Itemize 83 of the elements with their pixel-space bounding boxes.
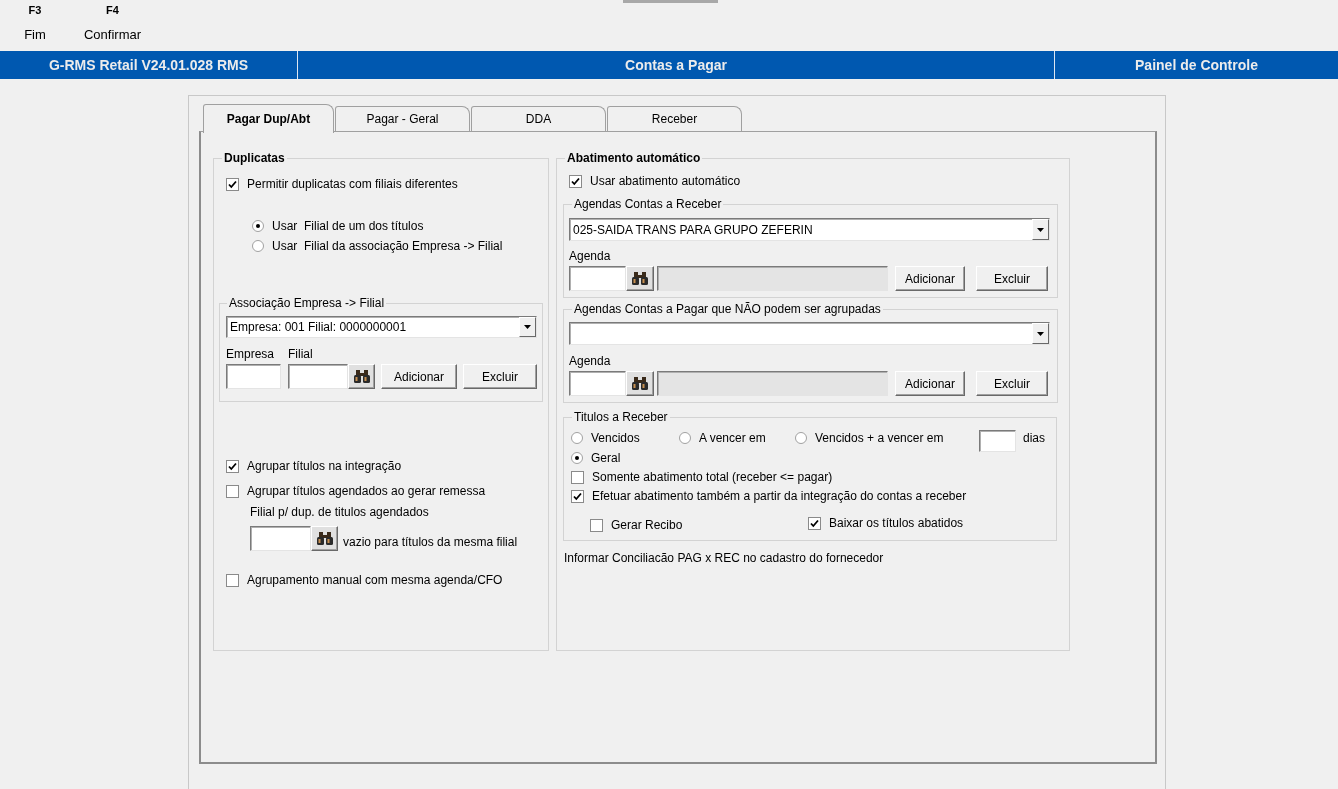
radio-label[interactable]: Usar Filial da associação Empresa -> Filial	[272, 238, 503, 254]
field-label: Agenda	[569, 249, 611, 263]
tab[interactable]: DDA	[471, 106, 606, 131]
binoculars-icon	[353, 370, 370, 383]
panel-link[interactable]: Painel de Controle	[1135, 51, 1258, 79]
dropdown-field[interactable]: 025-SAIDA TRANS PARA GRUPO ZEFERIN	[569, 218, 1050, 241]
dropdown-button[interactable]	[519, 317, 536, 337]
delete-button[interactable]: Excluir	[976, 371, 1048, 396]
search-button[interactable]	[626, 266, 654, 291]
radio-button[interactable]	[252, 220, 264, 232]
app-title: G-RMS Retail V24.01.028 RMS	[48, 56, 249, 75]
grip-bar[interactable]	[623, 0, 718, 3]
radio-label[interactable]: A vencer em	[699, 430, 766, 446]
checkbox[interactable]	[226, 573, 239, 587]
checkbox-label[interactable]: Permitir duplicatas com filiais diferentes	[247, 176, 458, 192]
search-button[interactable]	[626, 371, 654, 396]
field-label: Filial p/ dup. de titulos agendados	[250, 505, 429, 519]
search-button[interactable]	[348, 364, 375, 389]
checkbox[interactable]	[226, 459, 239, 473]
field-hint: vazio para títulos da mesma filial	[343, 534, 518, 549]
checkbox[interactable]	[808, 516, 821, 530]
radio-button[interactable]	[252, 240, 264, 252]
dropdown-field[interactable]	[569, 322, 1050, 345]
caret-icon	[524, 325, 531, 329]
input-field[interactable]	[569, 266, 626, 291]
caret-icon	[1037, 331, 1044, 336]
field-label: Agenda	[569, 354, 611, 368]
screen-title: Contas a Pagar	[625, 56, 727, 75]
radio-button[interactable]	[795, 432, 807, 444]
field-label: Filial	[288, 347, 313, 361]
tab[interactable]: Pagar Dup/Abt	[203, 104, 334, 133]
radio-button[interactable]	[571, 452, 583, 464]
input-field[interactable]	[250, 526, 311, 551]
radio-label[interactable]: Vencidos + a vencer em	[815, 430, 944, 446]
checkbox-label[interactable]: Agrupar títulos na integração	[247, 458, 402, 474]
checkbox[interactable]	[571, 470, 584, 484]
binoculars-icon	[632, 377, 648, 390]
add-button[interactable]: Adicionar	[381, 364, 457, 389]
add-button[interactable]: Adicionar	[895, 266, 965, 291]
delete-button[interactable]: Excluir	[976, 266, 1048, 291]
group-title: Agendas Contas a Receber	[573, 197, 723, 211]
input-field[interactable]	[569, 371, 626, 396]
toolbar-button[interactable]: F4 Confirmar	[74, 0, 151, 43]
field-label: dias	[1023, 430, 1045, 446]
toolbar-button[interactable]: F3 Fim	[18, 0, 52, 43]
field-label: Empresa	[226, 347, 275, 361]
checkbox[interactable]	[590, 518, 603, 532]
group-title: Associação Empresa -> Filial	[228, 296, 386, 310]
checkbox[interactable]	[226, 177, 239, 191]
group-title: Agendas Contas a Pagar que NÃO podem ser agrupadas	[573, 302, 882, 316]
info-text: Informar Conciliacão PAG x REC no cadastro do fornecedor	[564, 551, 884, 565]
radio-label[interactable]: Usar Filial de um dos títulos	[272, 218, 424, 234]
checkbox[interactable]	[569, 174, 582, 188]
input-field[interactable]	[979, 430, 1016, 452]
checkbox-label[interactable]: Somente abatimento total (receber <= pagar)	[592, 469, 833, 485]
group-title: Titulos a Receber	[573, 410, 669, 424]
dropdown-button[interactable]	[1032, 323, 1049, 344]
input-field[interactable]	[288, 364, 348, 389]
checkbox-label[interactable]: Baixar os títulos abatidos	[829, 515, 964, 531]
caret-icon	[1037, 227, 1044, 232]
binoculars-icon	[632, 272, 648, 285]
checkbox[interactable]	[226, 484, 239, 498]
group-title: Abatimento automático	[566, 151, 702, 165]
tab[interactable]: Receber	[607, 106, 742, 131]
radio-label[interactable]: Vencidos	[591, 430, 640, 446]
binoculars-icon	[316, 532, 333, 545]
checkbox-label[interactable]: Usar abatimento automático	[590, 173, 741, 189]
checkbox[interactable]	[571, 489, 584, 503]
group-title: Duplicatas	[223, 151, 286, 165]
checkbox-label[interactable]: Agrupar títulos agendados ao gerar remessa	[247, 483, 486, 499]
radio-button[interactable]	[679, 432, 691, 444]
dropdown-button[interactable]	[1032, 219, 1049, 240]
delete-button[interactable]: Excluir	[463, 364, 537, 389]
dropdown-field[interactable]: Empresa: 001 Filial: 0000000001	[226, 316, 537, 338]
radio-button[interactable]	[571, 432, 583, 444]
checkbox-label[interactable]: Efetuar abatimento também a partir da integração do contas a receber	[592, 488, 967, 504]
checkbox-label[interactable]: Gerar Recibo	[611, 517, 683, 533]
add-button[interactable]: Adicionar	[895, 371, 965, 396]
radio-label[interactable]: Geral	[591, 450, 621, 466]
search-button[interactable]	[311, 526, 338, 551]
tab[interactable]: Pagar - Geral	[335, 106, 470, 131]
input-field[interactable]	[226, 364, 281, 389]
checkbox-label[interactable]: Agrupamento manual com mesma agenda/CFO	[247, 572, 503, 588]
